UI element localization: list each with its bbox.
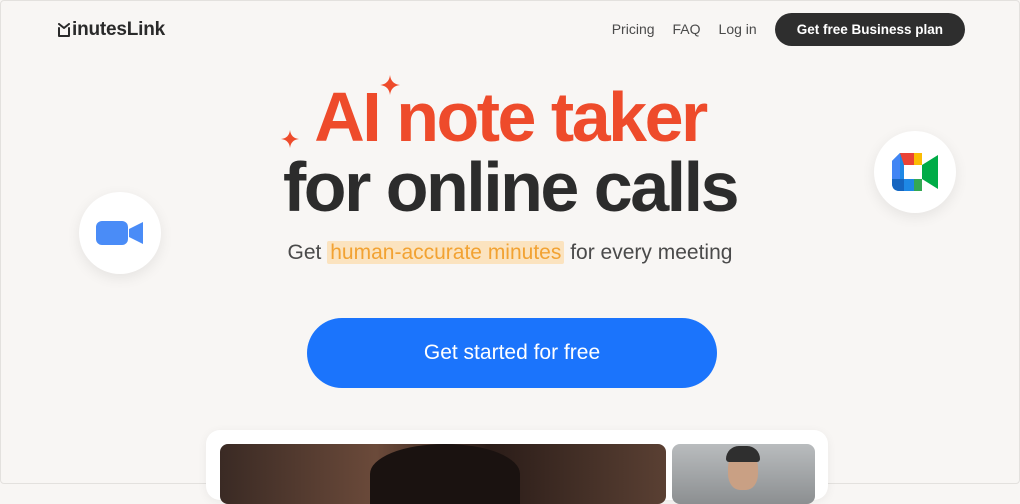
zoom-badge [79, 192, 161, 274]
get-started-button[interactable]: Get started for free [307, 318, 717, 388]
top-nav: Pricing FAQ Log in Get free Business pla… [612, 12, 965, 46]
brand-logo[interactable]: inutesLink [58, 18, 165, 42]
subtitle-prefix: Get [287, 241, 322, 264]
subtitle-highlight: human-accurate minutes [327, 241, 565, 264]
hero-headline-line1: AI note taker [314, 78, 708, 156]
meeting-preview [206, 430, 828, 504]
get-business-plan-button[interactable]: Get free Business plan [774, 12, 965, 46]
brand-name: inutesLink [72, 19, 166, 40]
video-tile-side [672, 444, 815, 504]
nav-link-faq[interactable]: FAQ [673, 21, 701, 37]
zoom-icon [96, 221, 143, 245]
google-meet-badge [874, 131, 956, 213]
google-meet-icon [892, 153, 938, 191]
minuteslink-logo-icon [58, 23, 70, 37]
participant-image [370, 444, 520, 504]
subtitle-suffix: for every meeting [570, 241, 733, 264]
nav-link-pricing[interactable]: Pricing [612, 21, 655, 37]
video-tile-main [220, 444, 666, 504]
nav-link-login[interactable]: Log in [719, 21, 757, 37]
